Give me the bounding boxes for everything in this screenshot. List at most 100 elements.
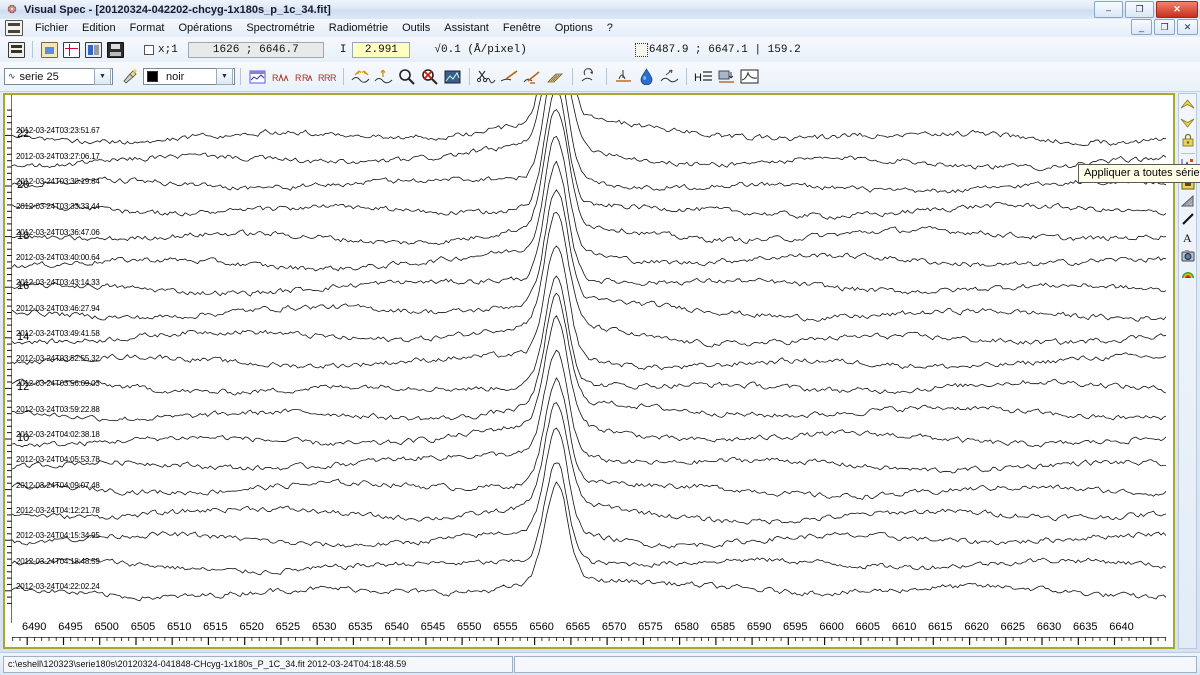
x-axis-tick-label: 6560: [529, 621, 553, 633]
close-button[interactable]: ✕: [1156, 1, 1198, 18]
menu-operations[interactable]: Opérations: [172, 21, 240, 35]
toolbar2-separator-1: [240, 68, 241, 85]
zoom-cancel-icon[interactable]: [419, 66, 440, 87]
apply-all-series-icon[interactable]: [119, 66, 140, 87]
toolbar2-separator-2: [343, 68, 344, 85]
mdi-minimize-button[interactable]: _: [1131, 19, 1152, 35]
x-axis-labels: 6490649565006505651065156520652565306535…: [12, 621, 1166, 635]
x-axis-tick-label: 6630: [1037, 621, 1061, 633]
text-tool-button[interactable]: A: [1180, 229, 1196, 245]
series-select[interactable]: ∿ serie 25 ▼: [4, 68, 113, 85]
x-axis-tick-label: 6510: [167, 621, 191, 633]
x-axis-tick-label: 6535: [348, 621, 372, 633]
spectrum-trace: [12, 95, 1166, 193]
series-timestamp-label: 2012-03-24T03:33:33.44: [16, 202, 100, 211]
spectrum-trace: [12, 463, 1166, 575]
svg-text:A: A: [1183, 231, 1192, 244]
menu-outils[interactable]: Outils: [395, 21, 437, 35]
spectra-plot: [12, 95, 1166, 619]
lock-button[interactable]: [1180, 132, 1196, 148]
x-axis-tick-label: 6520: [239, 621, 263, 633]
maximize-button[interactable]: ❐: [1125, 1, 1154, 18]
main-toolbar: x;1 1626 ; 6646.7 I 2.991 √0.1 (Å/pixel)…: [0, 37, 1200, 63]
save-icon[interactable]: [105, 40, 125, 59]
menu-help[interactable]: ?: [600, 21, 620, 35]
mdi-close-button[interactable]: ✕: [1177, 19, 1198, 35]
series-window-icon[interactable]: [247, 66, 268, 87]
x-axis-tick-label: 6565: [566, 621, 590, 633]
side-toolbar-separator-1: [1181, 153, 1195, 154]
x-axis-tick-label: 6580: [674, 621, 698, 633]
scroll-down-button[interactable]: [1180, 114, 1196, 130]
spectrum-trace: [12, 276, 1166, 395]
mdi-restore-button[interactable]: ❐: [1154, 19, 1175, 35]
open-fits-icon[interactable]: [83, 40, 103, 59]
x-axis-tick-label: 6620: [964, 621, 988, 633]
plot-icon[interactable]: [739, 66, 760, 87]
menu-spectrometrie[interactable]: Spectrométrie: [239, 21, 321, 35]
series-timestamp-label: 2012-03-24T04:09:07.48: [16, 481, 100, 490]
x-axis-tick-label: 6550: [457, 621, 481, 633]
offset-spectrum-icon[interactable]: [373, 66, 394, 87]
spectrum-trace: [12, 212, 1166, 347]
intensity-field[interactable]: 2.991: [352, 42, 410, 58]
measure-line-icon[interactable]: [613, 66, 634, 87]
plot-area[interactable]: 2012-03-24T03:23:51.672012-03-24T03:27:0…: [12, 95, 1166, 619]
open-image-icon[interactable]: [39, 40, 59, 59]
spectrum-trace: [12, 246, 1166, 370]
replace-c-icon[interactable]: R R R: [316, 66, 337, 87]
menu-assistant[interactable]: Assistant: [437, 21, 496, 35]
y-axis-tick-label: 10: [17, 432, 29, 444]
radial-velocity-icon[interactable]: [579, 66, 600, 87]
export-icon[interactable]: [716, 66, 737, 87]
zoom-icon[interactable]: [396, 66, 417, 87]
y-axis-ticks: [5, 95, 12, 647]
coordinate-field[interactable]: 1626 ; 6646.7: [188, 42, 324, 58]
palette-button[interactable]: [1180, 265, 1196, 281]
continuum-icon[interactable]: [499, 66, 520, 87]
dispersion-label: √0.1 (Å/pixel): [434, 44, 526, 56]
cut-spectrum-icon[interactable]: [476, 66, 497, 87]
open-profile-icon[interactable]: [61, 40, 81, 59]
spectrum-graph-window[interactable]: 2012-03-24T03:23:51.672012-03-24T03:27:0…: [3, 93, 1175, 649]
chevron-down-icon[interactable]: ▼: [94, 68, 111, 85]
toolbar-separator: [32, 41, 33, 58]
menu-fichier[interactable]: Fichier: [28, 21, 75, 35]
header-icon[interactable]: H: [693, 66, 714, 87]
menu-format[interactable]: Format: [123, 21, 172, 35]
y-axis-tick-label: 20: [17, 179, 29, 191]
image-view-icon[interactable]: [442, 66, 463, 87]
water-drop-icon[interactable]: [636, 66, 657, 87]
stack-windows-icon[interactable]: [6, 40, 26, 59]
x-axis-tick-label: 6615: [928, 621, 952, 633]
intensity-label: I: [340, 44, 347, 56]
smooth-icon[interactable]: [659, 66, 680, 87]
menu-edition[interactable]: Edition: [75, 21, 123, 35]
scroll-up-button[interactable]: [1180, 96, 1196, 112]
menu-options[interactable]: Options: [548, 21, 600, 35]
y-axis-tick-label: 16: [17, 280, 29, 292]
x-axis-tick-label: 6635: [1073, 621, 1097, 633]
x1-checkbox[interactable]: [144, 45, 154, 55]
spectrum-trace: [12, 482, 1166, 601]
color-select[interactable]: noir ▼: [143, 68, 235, 85]
camera-button[interactable]: [1180, 247, 1196, 263]
normalize-icon[interactable]: [522, 66, 543, 87]
menu-fenetre[interactable]: Fenêtre: [496, 21, 548, 35]
gradient-icon[interactable]: [545, 66, 566, 87]
spectrum-trace: [12, 136, 1166, 270]
menu-radiometrie[interactable]: Radiométrie: [322, 21, 395, 35]
replace-b-icon[interactable]: R R: [293, 66, 314, 87]
x-axis-tick-label: 6575: [638, 621, 662, 633]
x-axis-tick-label: 6495: [58, 621, 82, 633]
minimize-button[interactable]: –: [1094, 1, 1123, 18]
series-timestamp-label: 2012-03-24T03:40:00.64: [16, 253, 100, 262]
shift-spectrum-icon[interactable]: [350, 66, 371, 87]
document-icon[interactable]: [5, 20, 23, 36]
replace-a-icon[interactable]: R: [270, 66, 291, 87]
spectrum-trace: [12, 161, 1166, 296]
series-timestamp-label: 2012-03-24T04:18:48.59: [16, 557, 100, 566]
line-tool-button[interactable]: [1180, 211, 1196, 227]
shade-button[interactable]: [1180, 193, 1196, 209]
color-chevron-down-icon[interactable]: ▼: [216, 68, 233, 85]
